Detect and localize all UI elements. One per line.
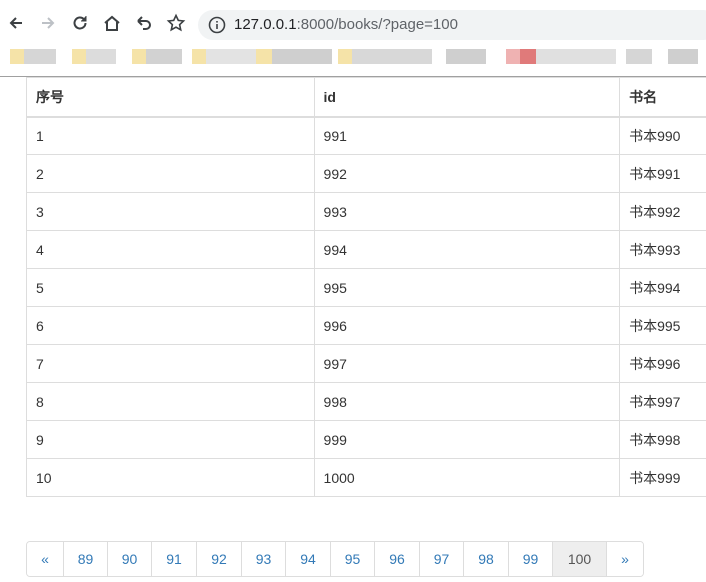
page-link-current[interactable]: 100 (552, 542, 606, 576)
bookmark-blur (446, 49, 486, 64)
books-table: 序号 id 书名 1 991 书本990 2 992 书本991 3 993 书本992 4… (26, 77, 706, 497)
cell-id: 994 (313, 230, 621, 269)
table-row: 8 998 书本997 (26, 382, 706, 421)
table-row: 2 992 书本991 (26, 154, 706, 193)
page-link-91[interactable]: 91 (151, 542, 196, 576)
star-icon[interactable] (166, 13, 186, 33)
table-row: 6 996 书本995 (26, 306, 706, 345)
bookmark-blur (352, 49, 432, 64)
home-icon[interactable] (102, 13, 122, 33)
cell-id: 991 (313, 116, 621, 155)
cell-id: 993 (313, 192, 621, 231)
bookmark-blur (72, 49, 86, 64)
url-path: :8000/books/?page=100 (296, 16, 458, 33)
cell-id: 992 (313, 154, 621, 193)
cell-title: 书本993 (619, 230, 706, 269)
column-header-title: 书名 (619, 77, 706, 118)
cell-id: 997 (313, 344, 621, 383)
table-header-row: 序号 id 书名 (26, 77, 706, 118)
page-link-97[interactable]: 97 (419, 542, 463, 576)
pagination: « 89 90 91 92 93 94 95 96 97 98 99 100 » (26, 541, 644, 577)
bookmark-blur (256, 49, 272, 64)
cell-index: 4 (26, 230, 315, 269)
bookmark-blur (520, 49, 536, 64)
bookmarks-bar (0, 46, 706, 68)
table-row: 1 991 书本990 (26, 116, 706, 155)
cell-title: 书本995 (619, 306, 706, 345)
cell-title: 书本992 (619, 192, 706, 231)
cell-title: 书本999 (619, 458, 706, 497)
cell-index: 2 (26, 154, 315, 193)
page-link-92[interactable]: 92 (196, 542, 241, 576)
cell-id: 998 (313, 382, 621, 421)
books-table-container: 序号 id 书名 1 991 书本990 2 992 书本991 3 993 书本992 4… (26, 77, 706, 497)
cell-index: 10 (26, 458, 315, 497)
bookmark-blur (272, 49, 332, 64)
reload-icon[interactable] (70, 13, 90, 33)
info-icon[interactable] (208, 16, 226, 34)
cell-index: 3 (26, 192, 315, 231)
bookmark-blur (506, 49, 520, 64)
table-row: 5 995 书本994 (26, 268, 706, 307)
url-host: 127.0.0.1 (234, 16, 297, 33)
column-header-index: 序号 (26, 77, 315, 118)
url-text[interactable]: 127.0.0.1:8000/books/?page=100 (234, 16, 458, 33)
bookmark-blur (132, 49, 146, 64)
cell-index: 8 (26, 382, 315, 421)
cell-title: 书本996 (619, 344, 706, 383)
page-link-98[interactable]: 98 (463, 542, 508, 576)
cell-title: 书本997 (619, 382, 706, 421)
bookmark-blur (24, 49, 56, 64)
page-link-89[interactable]: 89 (63, 542, 107, 576)
cell-index: 6 (26, 306, 315, 345)
cell-id: 995 (313, 268, 621, 307)
cell-index: 9 (26, 420, 315, 459)
cell-title: 书本990 (619, 116, 706, 155)
table-row: 4 994 书本993 (26, 230, 706, 269)
table-row: 7 997 书本996 (26, 344, 706, 383)
page-link-95[interactable]: 95 (330, 542, 374, 576)
undo-icon[interactable] (134, 13, 154, 33)
cell-title: 书本991 (619, 154, 706, 193)
bookmark-blur (536, 49, 616, 64)
table-row: 3 993 书本992 (26, 192, 706, 231)
forward-icon[interactable] (38, 13, 58, 33)
cell-title: 书本998 (619, 420, 706, 459)
page-link-94[interactable]: 94 (285, 542, 330, 576)
cell-id: 999 (313, 420, 621, 459)
bookmark-blur (338, 49, 352, 64)
back-icon[interactable] (6, 13, 26, 33)
bookmark-blur (146, 49, 182, 64)
cell-id: 1000 (313, 458, 621, 497)
cell-index: 1 (26, 116, 315, 155)
bookmark-blur (10, 49, 24, 64)
cell-index: 7 (26, 344, 315, 383)
page-link-93[interactable]: 93 (241, 542, 285, 576)
pagination-next[interactable]: » (606, 542, 643, 576)
table-row: 10 1000 书本999 (26, 458, 706, 497)
cell-index: 5 (26, 268, 315, 307)
pagination-prev[interactable]: « (27, 542, 63, 576)
table-row: 9 999 书本998 (26, 420, 706, 459)
bookmark-blur (86, 49, 116, 64)
cell-id: 996 (313, 306, 621, 345)
page-link-90[interactable]: 90 (107, 542, 151, 576)
bookmark-blur (626, 49, 652, 64)
address-bar[interactable]: 127.0.0.1:8000/books/?page=100 (198, 10, 706, 40)
bookmark-blur (192, 49, 206, 64)
browser-toolbar: 127.0.0.1:8000/books/?page=100 (0, 0, 706, 46)
page-link-96[interactable]: 96 (374, 542, 419, 576)
bookmark-blur (668, 49, 698, 64)
page-link-99[interactable]: 99 (508, 542, 552, 576)
column-header-id: id (313, 77, 621, 118)
bookmark-blur (206, 49, 256, 64)
cell-title: 书本994 (619, 268, 706, 307)
